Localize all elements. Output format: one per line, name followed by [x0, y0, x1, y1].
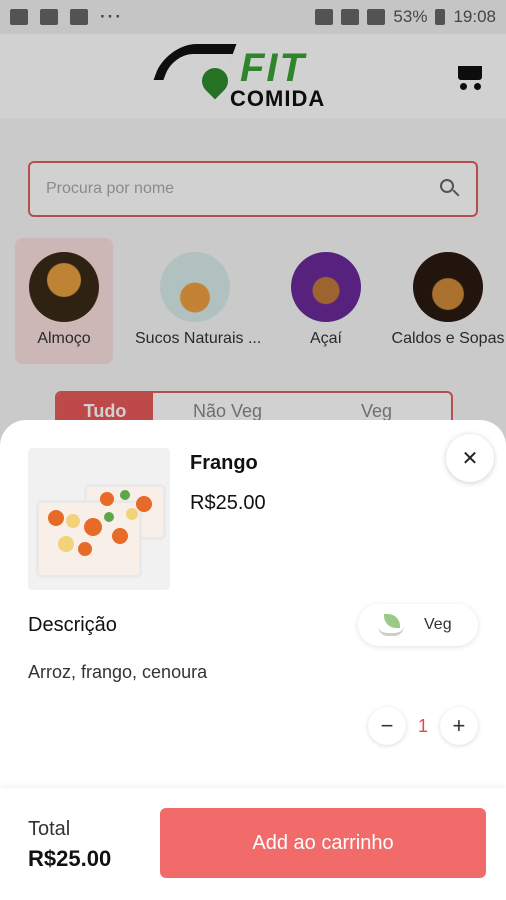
description-text: Arroz, frango, cenoura	[28, 662, 208, 682]
total-label: Total	[28, 818, 71, 840]
product-price: R$25.00	[190, 492, 266, 514]
veg-label: Veg	[424, 616, 452, 633]
total-value: R$25.00	[28, 846, 112, 871]
description-title: Descrição	[28, 614, 117, 636]
veg-badge: Veg	[358, 604, 478, 646]
quantity-stepper: − 1 +	[368, 706, 478, 746]
veg-leaf-icon	[376, 614, 406, 636]
add-to-cart-button[interactable]: Add ao carrinho	[160, 808, 486, 878]
quantity-value: 1	[417, 715, 428, 736]
increment-button[interactable]: +	[439, 707, 478, 745]
close-button[interactable]: ✕	[446, 434, 494, 482]
decrement-button[interactable]: −	[368, 707, 406, 745]
product-name: Frango	[190, 452, 258, 474]
checkout-bar: Total R$25.00 Add ao carrinho	[0, 788, 506, 900]
product-image	[28, 448, 170, 590]
